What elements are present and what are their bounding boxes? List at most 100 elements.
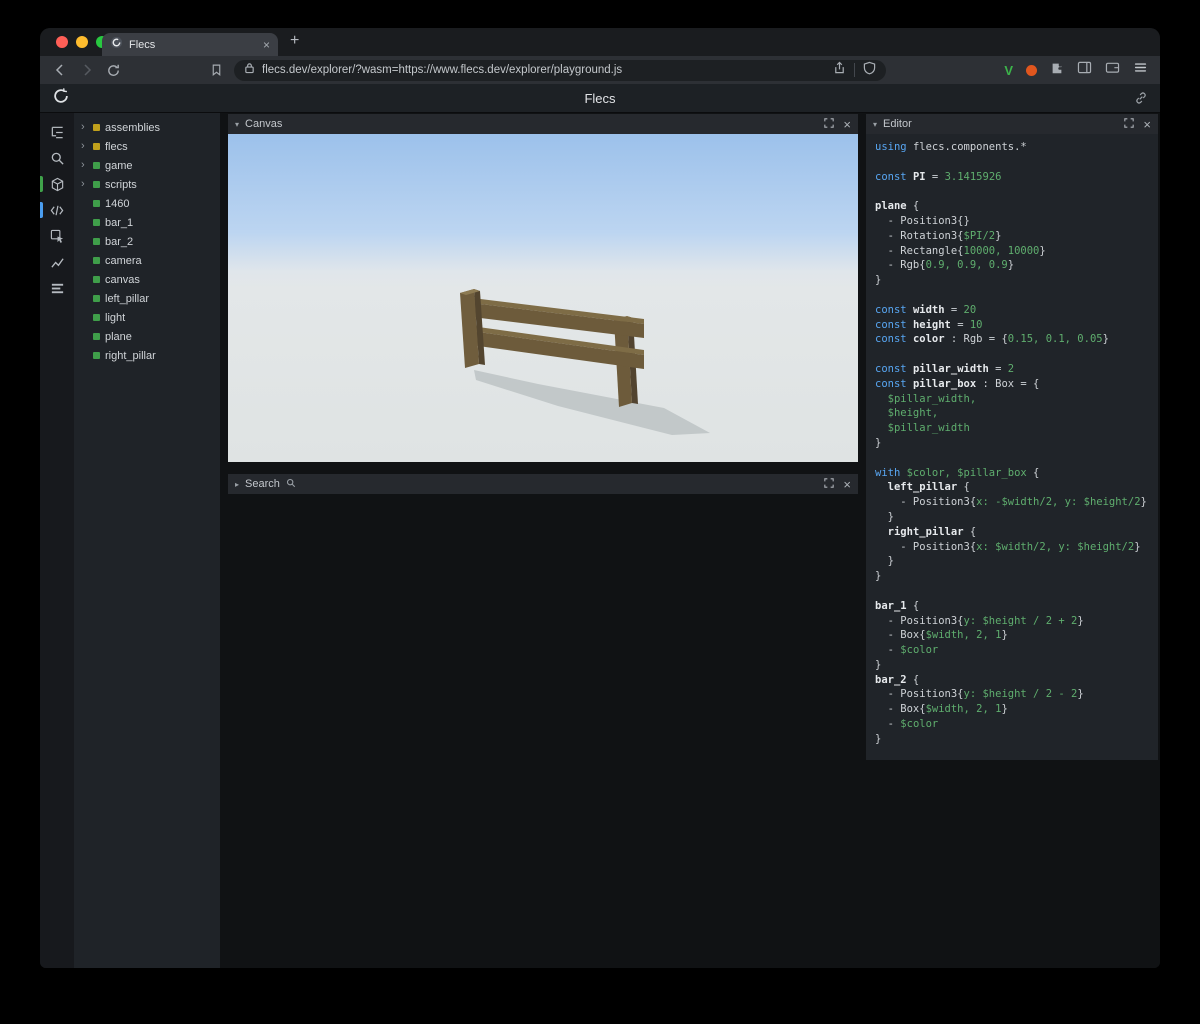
- tree-item-bar_1[interactable]: bar_1: [74, 213, 220, 232]
- close-icon[interactable]: ×: [843, 478, 851, 491]
- code-line: - Rectangle{10000, 10000}: [875, 244, 1046, 257]
- entity-label: game: [105, 159, 133, 172]
- code-line: }: [875, 510, 894, 523]
- tab-favicon-icon: [110, 36, 123, 54]
- tree-item-plane[interactable]: plane: [74, 327, 220, 346]
- extension-area: V: [1004, 61, 1148, 80]
- editor-code[interactable]: using flecs.components.* const PI = 3.14…: [866, 134, 1158, 760]
- url-bar[interactable]: flecs.dev/explorer/?wasm=https://www.fle…: [234, 59, 886, 81]
- scene-icon[interactable]: [40, 171, 74, 197]
- expand-arrow-icon[interactable]: ›: [81, 179, 88, 190]
- search-panel-header: ▸ Search ×: [228, 474, 858, 494]
- entity-label: left_pillar: [105, 292, 150, 305]
- puzzle-icon[interactable]: [1050, 61, 1064, 80]
- collapse-icon[interactable]: ▸: [235, 480, 239, 489]
- forward-button[interactable]: [79, 62, 95, 78]
- app-header: Flecs: [40, 84, 1160, 113]
- search-panel: ▸ Search ×: [228, 474, 858, 494]
- entity-label: flecs: [105, 140, 128, 153]
- hierarchy-icon[interactable]: [40, 119, 74, 145]
- minimize-window-button[interactable]: [76, 36, 88, 48]
- active-panel-indicator: [40, 176, 43, 192]
- tree-item-camera[interactable]: camera: [74, 251, 220, 270]
- entity-color-icon: [93, 200, 100, 207]
- tree-item-scripts[interactable]: › scripts: [74, 175, 220, 194]
- entity-label: bar_1: [105, 216, 134, 229]
- tree-item-right_pillar[interactable]: right_pillar: [74, 346, 220, 365]
- entity-color-icon: [93, 124, 100, 131]
- stats-icon[interactable]: [40, 275, 74, 301]
- permalink-icon[interactable]: [1134, 91, 1148, 105]
- entity-color-icon: [93, 238, 100, 245]
- divider: [854, 63, 855, 77]
- expand-arrow-icon[interactable]: ›: [81, 160, 88, 171]
- expand-icon[interactable]: [1124, 117, 1135, 131]
- code-line: const pillar_box : Box = {: [875, 377, 1040, 390]
- chart-icon[interactable]: [40, 249, 74, 275]
- canvas-3d-scene: [228, 134, 858, 462]
- tree-item-game[interactable]: › game: [74, 156, 220, 175]
- expand-arrow-icon[interactable]: ›: [81, 141, 88, 152]
- entity-label: 1460: [105, 197, 130, 210]
- v-extension-icon[interactable]: V: [1004, 63, 1013, 78]
- tree-item-assemblies[interactable]: › assemblies: [74, 118, 220, 137]
- tab-strip: Flecs × +: [40, 28, 1160, 56]
- expand-icon[interactable]: [824, 477, 835, 491]
- collapse-icon[interactable]: ▾: [873, 120, 877, 129]
- back-button[interactable]: [52, 62, 68, 78]
- code-line: plane {: [875, 200, 920, 213]
- wallet-icon[interactable]: [1105, 61, 1120, 79]
- tree-item-canvas[interactable]: canvas: [74, 270, 220, 289]
- shield-icon[interactable]: [863, 61, 876, 80]
- menu-icon[interactable]: [1133, 61, 1148, 79]
- code-line: - Rotation3{$PI/2}: [875, 229, 1002, 242]
- canvas-panel: ▾ Canvas ×: [228, 114, 858, 462]
- code-line: - Position3{y: $height / 2 + 2}: [875, 614, 1084, 627]
- code-line: - Position3{x: -$width/2, y: $height/2}: [875, 496, 1147, 509]
- code-line: - Box{$width, 2, 1}: [875, 629, 1008, 642]
- entity-color-icon: [93, 276, 100, 283]
- entity-label: plane: [105, 330, 132, 343]
- sidebar-toggle-icon[interactable]: [1077, 61, 1092, 79]
- search-icon[interactable]: [40, 145, 74, 171]
- code-line: }: [875, 436, 882, 449]
- tree-item-light[interactable]: light: [74, 308, 220, 327]
- entity-color-icon: [93, 295, 100, 302]
- expand-icon[interactable]: [824, 117, 835, 131]
- close-icon[interactable]: ×: [1143, 118, 1151, 131]
- close-window-button[interactable]: [56, 36, 68, 48]
- code-line: }: [875, 555, 894, 568]
- browser-tab[interactable]: Flecs ×: [102, 33, 278, 56]
- tree-item-left_pillar[interactable]: left_pillar: [74, 289, 220, 308]
- bookmark-icon[interactable]: [210, 63, 223, 77]
- code-line: using flecs.components.*: [875, 141, 1027, 153]
- close-icon[interactable]: ×: [843, 118, 851, 131]
- entity-label: bar_2: [105, 235, 134, 248]
- entity-color-icon: [93, 162, 100, 169]
- tree-item-flecs[interactable]: › flecs: [74, 137, 220, 156]
- url-text: flecs.dev/explorer/?wasm=https://www.fle…: [262, 64, 623, 76]
- inspect-icon[interactable]: [40, 223, 74, 249]
- code-line: - $color: [875, 718, 939, 731]
- share-icon[interactable]: [833, 61, 846, 80]
- orange-extension-icon[interactable]: [1026, 64, 1037, 76]
- code-line: }: [875, 570, 882, 583]
- code-line: }: [875, 274, 882, 287]
- collapse-icon[interactable]: ▾: [235, 120, 239, 129]
- expand-arrow-icon[interactable]: ›: [81, 122, 88, 133]
- reload-button[interactable]: [106, 63, 121, 78]
- code-line: with $color, $pillar_box {: [875, 466, 1040, 479]
- code-icon[interactable]: [40, 197, 74, 223]
- new-tab-button[interactable]: +: [290, 32, 299, 50]
- tab-close-icon[interactable]: ×: [263, 39, 270, 51]
- tree-item-bar_2[interactable]: bar_2: [74, 232, 220, 251]
- flecs-logo-icon: [52, 87, 70, 110]
- code-line: - Rgb{0.9, 0.9, 0.9}: [875, 259, 1015, 272]
- canvas-3d-viewport[interactable]: [228, 134, 858, 462]
- tree-item-1460[interactable]: 1460: [74, 194, 220, 213]
- code-line: const height = 10: [875, 318, 983, 331]
- code-line: $height,: [875, 407, 939, 420]
